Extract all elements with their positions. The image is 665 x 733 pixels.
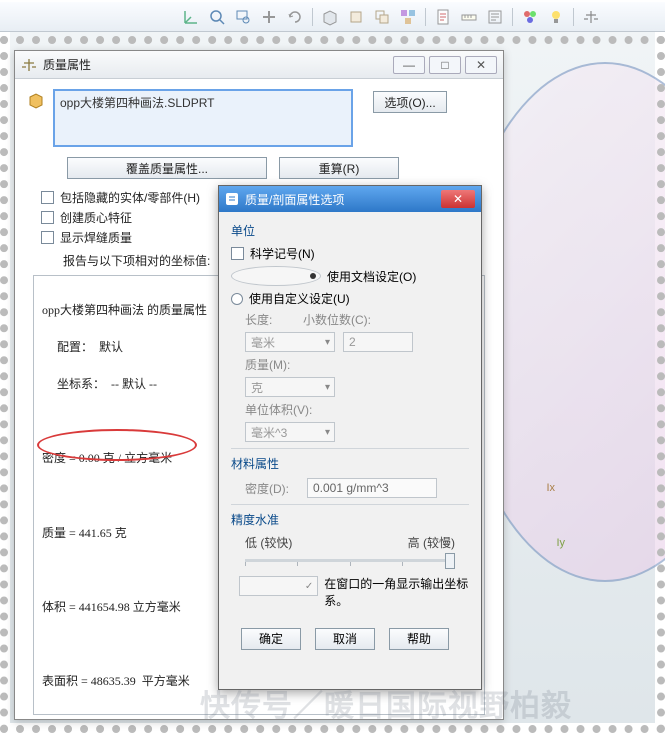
- balance-icon: [21, 57, 37, 73]
- file-name: opp大楼第四种画法.SLDPRT: [60, 96, 214, 110]
- scientific-notation-checkbox[interactable]: [231, 247, 244, 260]
- light-icon[interactable]: [545, 7, 567, 27]
- create-com-label: 创建质心特征: [60, 209, 132, 226]
- options-button[interactable]: 选项(O)...: [373, 91, 447, 113]
- ruler-icon[interactable]: [458, 7, 480, 27]
- precision-slider[interactable]: [245, 559, 455, 562]
- maximize-button[interactable]: □: [429, 56, 461, 74]
- length-unit-select: 毫米: [245, 332, 335, 352]
- include-hidden-checkbox[interactable]: [41, 191, 54, 204]
- file-list-box[interactable]: opp大楼第四种画法.SLDPRT: [53, 89, 353, 147]
- close-button[interactable]: ✕: [465, 56, 497, 74]
- help-button[interactable]: 帮助: [389, 628, 449, 650]
- part-icon: [27, 91, 45, 109]
- material-group-label: 材料属性: [231, 455, 469, 472]
- cancel-button[interactable]: 取消: [315, 628, 375, 650]
- ok-button[interactable]: 确定: [241, 628, 301, 650]
- window-title: 质量属性: [43, 56, 387, 73]
- zoom-fit-icon[interactable]: [206, 7, 228, 27]
- recalculate-button[interactable]: 重算(R): [279, 157, 399, 179]
- rotate-icon[interactable]: [284, 7, 306, 27]
- slider-handle[interactable]: [445, 553, 455, 569]
- palette-icon[interactable]: [519, 7, 541, 27]
- dialog-titlebar[interactable]: 质量/剖面属性选项 ✕: [219, 186, 481, 212]
- axis-y-label: Iy: [556, 537, 565, 549]
- box2-icon[interactable]: [371, 7, 393, 27]
- volume-unit-select: 毫米^3: [245, 422, 335, 442]
- box1-icon[interactable]: [345, 7, 367, 27]
- info-icon: [225, 192, 239, 206]
- include-hidden-label: 包括隐藏的实体/零部件(H): [60, 189, 200, 206]
- mass-section-options-dialog: 质量/剖面属性选项 ✕ 单位 科学记号(N) 使用文档设定(O) 使用自定义设定…: [218, 185, 482, 690]
- show-coord-corner-checkbox[interactable]: [239, 576, 318, 596]
- units-group-label: 单位: [231, 222, 469, 239]
- precision-group-label: 精度水准: [231, 511, 469, 528]
- main-toolbar: [0, 2, 665, 32]
- override-mass-button[interactable]: 覆盖质量属性...: [67, 157, 267, 179]
- balance-icon[interactable]: [580, 7, 602, 27]
- zoom-window-icon[interactable]: [232, 7, 254, 27]
- axis-x-label: Ix: [546, 482, 555, 494]
- show-weld-label: 显示焊缝质量: [60, 229, 132, 246]
- mass-properties-titlebar[interactable]: 质量属性 — □ ✕: [15, 51, 503, 79]
- density-input[interactable]: 0.001 g/mm^3: [307, 478, 437, 498]
- pan-icon[interactable]: [258, 7, 280, 27]
- dialog-close-button[interactable]: ✕: [441, 190, 475, 208]
- doc-icon[interactable]: [432, 7, 454, 27]
- section-icon[interactable]: [319, 7, 341, 27]
- use-custom-radio[interactable]: [231, 293, 243, 305]
- props-icon[interactable]: [484, 7, 506, 27]
- dialog-title: 质量/剖面属性选项: [245, 191, 435, 208]
- multibody-icon[interactable]: [397, 7, 419, 27]
- create-com-checkbox[interactable]: [41, 211, 54, 224]
- decimals-input: 2: [343, 332, 413, 352]
- use-document-radio[interactable]: [231, 266, 321, 286]
- mass-unit-select: 克: [245, 377, 335, 397]
- axis-icon[interactable]: [180, 7, 202, 27]
- minimize-button[interactable]: —: [393, 56, 425, 74]
- watermark-text: 快传号／暖日国际视野柏毅: [200, 681, 572, 725]
- show-weld-checkbox[interactable]: [41, 231, 54, 244]
